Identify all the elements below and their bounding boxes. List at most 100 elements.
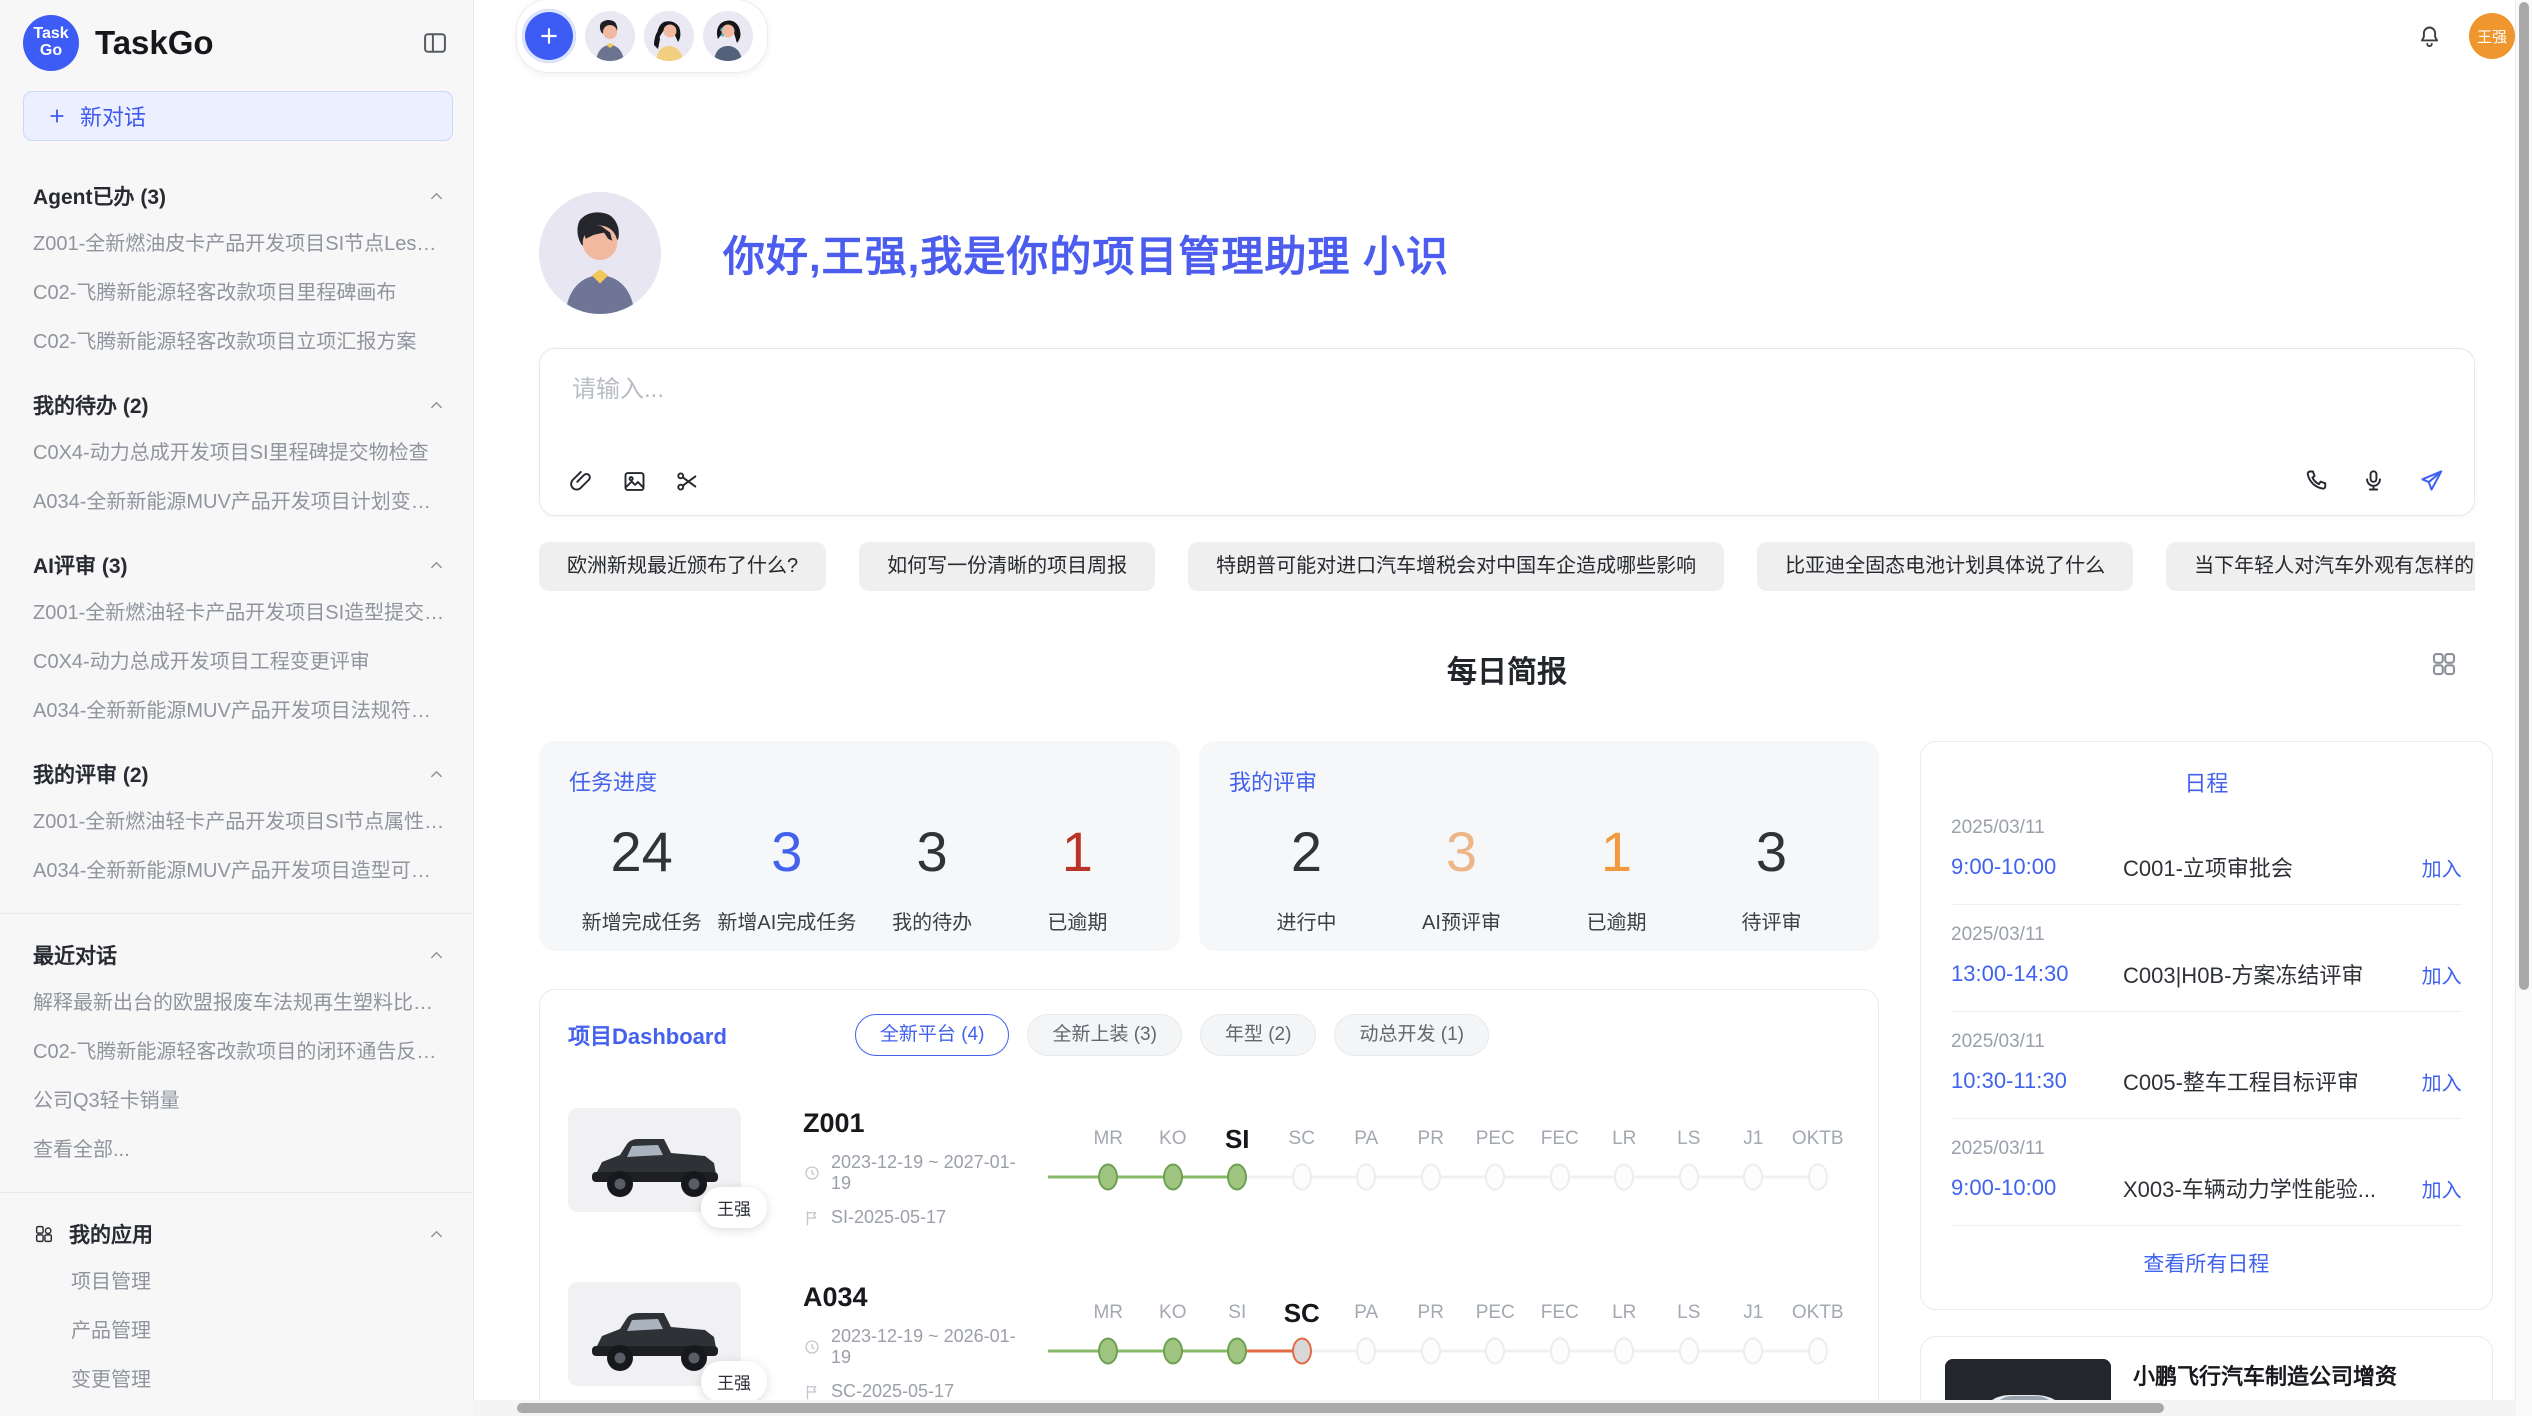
user-avatar[interactable]: 王强 bbox=[2469, 13, 2515, 59]
vertical-scrollbar-thumb[interactable] bbox=[2519, 2, 2529, 990]
sidebar-item[interactable]: C02-飞腾新能源轻客改款项目立项汇报方案 bbox=[33, 315, 446, 364]
chevron-up-icon[interactable] bbox=[427, 1225, 446, 1244]
view-all-link[interactable]: 查看全部... bbox=[33, 1123, 446, 1172]
mic-icon[interactable] bbox=[2360, 467, 2387, 494]
milestone-dot[interactable] bbox=[1356, 1338, 1376, 1365]
tab-年型[interactable]: 年型 (2) bbox=[1200, 1014, 1317, 1056]
milestone-dot[interactable] bbox=[1421, 1164, 1441, 1191]
stat-label: 已逾期 bbox=[1539, 906, 1694, 935]
chevron-up-icon[interactable] bbox=[427, 187, 446, 206]
recent-chat-item[interactable]: 公司Q3轻卡销量 bbox=[33, 1074, 446, 1123]
sidebar-item[interactable]: C0X4-动力总成开发项目工程变更评审 bbox=[33, 635, 446, 684]
milestone-dot[interactable] bbox=[1614, 1338, 1634, 1365]
stat-value: 3 bbox=[714, 819, 859, 884]
send-icon[interactable] bbox=[2417, 466, 2446, 495]
milestone-dot[interactable] bbox=[1743, 1164, 1763, 1191]
project-code[interactable]: Z001 bbox=[803, 1108, 1035, 1139]
join-event-link[interactable]: 加入 bbox=[2422, 960, 2462, 989]
tab-动总开发[interactable]: 动总开发 (1) bbox=[1334, 1014, 1489, 1056]
sidebar-item[interactable]: C02-飞腾新能源轻客改款项目里程碑画布 bbox=[33, 266, 446, 315]
milestone-dot[interactable] bbox=[1485, 1164, 1505, 1191]
male-avatar[interactable] bbox=[585, 11, 635, 61]
suggestion-chip[interactable]: 如何写一份清晰的项目周报 bbox=[859, 542, 1155, 591]
join-event-link[interactable]: 加入 bbox=[2422, 853, 2462, 882]
horizontal-scrollbar-thumb[interactable] bbox=[517, 1403, 2164, 1413]
project-info: Z0012023-12-19 ~ 2027-01-19SI-2025-05-17 bbox=[803, 1108, 1035, 1228]
milestone-PR: PR bbox=[1399, 1118, 1464, 1228]
milestone-dot[interactable] bbox=[1550, 1164, 1570, 1191]
milestone-dot[interactable] bbox=[1743, 1338, 1763, 1365]
app-item[interactable]: 变更管理 bbox=[33, 1353, 446, 1402]
add-agent-button[interactable] bbox=[522, 9, 576, 63]
milestone-label: KO bbox=[1141, 1118, 1206, 1160]
female-avatar[interactable] bbox=[644, 11, 694, 61]
sidebar-item[interactable]: Z001-全新燃油轻卡产品开发项目SI造型提交物评审 bbox=[33, 586, 446, 635]
milestone-LS: LS bbox=[1657, 1292, 1722, 1402]
milestone-dot[interactable] bbox=[1679, 1338, 1699, 1365]
sidebar-item[interactable]: A034-全新新能源MUV产品开发项目计划变更表编写 bbox=[33, 475, 446, 524]
suggestion-chip[interactable]: 比亚迪全固态电池计划具体说了什么 bbox=[1757, 542, 2133, 591]
milestone-dot[interactable] bbox=[1098, 1164, 1118, 1191]
milestone-dot[interactable] bbox=[1098, 1338, 1118, 1365]
milestone-dot[interactable] bbox=[1356, 1164, 1376, 1191]
sidebar-item[interactable]: A034-全新新能源MUV产品开发项目法规符合性评审 bbox=[33, 684, 446, 733]
project-owner-badge[interactable]: 王强 bbox=[701, 1187, 767, 1228]
milestone-dot[interactable] bbox=[1292, 1338, 1312, 1365]
stat-label: 进行中 bbox=[1229, 906, 1384, 935]
view-all-schedule-link[interactable]: 查看所有日程 bbox=[1951, 1248, 2462, 1278]
join-event-link[interactable]: 加入 bbox=[2422, 1067, 2462, 1096]
tab-全新平台[interactable]: 全新平台 (4) bbox=[855, 1014, 1010, 1056]
horizontal-scrollbar[interactable] bbox=[473, 1400, 2516, 1416]
suggestion-chip[interactable]: 当下年轻人对汽车外观有怎样的喜好趋势 bbox=[2166, 542, 2475, 591]
suggestion-chip[interactable]: 特朗普可能对进口汽车增税会对中国车企造成哪些影响 bbox=[1188, 542, 1724, 591]
chevron-up-icon[interactable] bbox=[427, 556, 446, 575]
chevron-up-icon[interactable] bbox=[427, 765, 446, 784]
chat-input[interactable] bbox=[570, 375, 2444, 405]
milestone-dot[interactable] bbox=[1227, 1164, 1247, 1191]
chevron-up-icon[interactable] bbox=[427, 396, 446, 415]
image-icon[interactable] bbox=[621, 468, 648, 495]
sidebar-section-title: 最近对话 bbox=[33, 940, 427, 970]
milestone-dot[interactable] bbox=[1227, 1338, 1247, 1365]
new-chat-label: 新对话 bbox=[80, 100, 146, 132]
milestone-dot[interactable] bbox=[1163, 1338, 1183, 1365]
app-item[interactable]: 项目管理 bbox=[33, 1255, 446, 1304]
milestone-dot[interactable] bbox=[1679, 1164, 1699, 1191]
notification-bell-icon[interactable] bbox=[2416, 23, 2443, 50]
vertical-scrollbar[interactable] bbox=[2515, 0, 2532, 1416]
milestone-track: MRKOSISCPAPRPECFECLRLSJ1OKTB bbox=[1076, 1282, 1850, 1402]
milestone-dot[interactable] bbox=[1292, 1164, 1312, 1191]
suggestion-chip[interactable]: 欧洲新规最近颁布了什么? bbox=[539, 542, 826, 591]
female-headset-avatar[interactable] bbox=[703, 11, 753, 61]
milestone-dot[interactable] bbox=[1485, 1338, 1505, 1365]
collapse-panel-icon[interactable] bbox=[421, 29, 449, 57]
paperclip-icon[interactable] bbox=[568, 468, 595, 495]
milestone-dot[interactable] bbox=[1421, 1338, 1441, 1365]
project-owner-badge[interactable]: 王强 bbox=[701, 1361, 767, 1402]
sidebar-item[interactable]: C0X4-动力总成开发项目SI里程碑提交物检查 bbox=[33, 426, 446, 475]
sidebar-item[interactable]: Z001-全新燃油皮卡产品开发项目SI节点Lesson Learn报告 bbox=[33, 217, 446, 266]
chevron-up-icon[interactable] bbox=[427, 946, 446, 965]
milestone-SI: SI bbox=[1205, 1118, 1270, 1228]
join-event-link[interactable]: 加入 bbox=[2422, 1174, 2462, 1203]
dashboard-tabs: 全新平台 (4) 全新上装 (3) 年型 (2) 动总开发 (1) bbox=[855, 1014, 1489, 1056]
sidebar-scroll[interactable]: Agent已办 (3)Z001-全新燃油皮卡产品开发项目SI节点Lesson L… bbox=[0, 155, 473, 1416]
milestone-dot[interactable] bbox=[1550, 1338, 1570, 1365]
sidebar-item[interactable]: A034-全新新能源MUV产品开发项目造型可行性评审 bbox=[33, 844, 446, 893]
tab-全新上装[interactable]: 全新上装 (3) bbox=[1027, 1014, 1182, 1056]
milestone-dot[interactable] bbox=[1163, 1164, 1183, 1191]
milestone-dot[interactable] bbox=[1614, 1164, 1634, 1191]
phone-icon[interactable] bbox=[2303, 467, 2330, 494]
layout-grid-icon[interactable] bbox=[2429, 649, 2459, 679]
sidebar-item[interactable]: Z001-全新燃油轻卡产品开发项目SI节点属性5D文件评审 bbox=[33, 795, 446, 844]
milestone-dot[interactable] bbox=[1808, 1338, 1828, 1365]
project-code[interactable]: A034 bbox=[803, 1282, 1035, 1313]
project-image-wrap: 王强 bbox=[568, 1282, 741, 1386]
app-item[interactable]: 产品管理 bbox=[33, 1304, 446, 1353]
new-chat-button[interactable]: 新对话 bbox=[23, 91, 453, 141]
scissors-icon[interactable] bbox=[674, 468, 701, 495]
milestone-dot[interactable] bbox=[1808, 1164, 1828, 1191]
recent-chat-item[interactable]: 解释最新出台的欧盟报废车法规再生塑料比例被调至15%... bbox=[33, 976, 446, 1025]
recent-chat-item[interactable]: C02-飞腾新能源轻客改款项目的闭环通告反馈情况 bbox=[33, 1025, 446, 1074]
view-all-link[interactable]: 查看全部... bbox=[33, 1402, 446, 1416]
